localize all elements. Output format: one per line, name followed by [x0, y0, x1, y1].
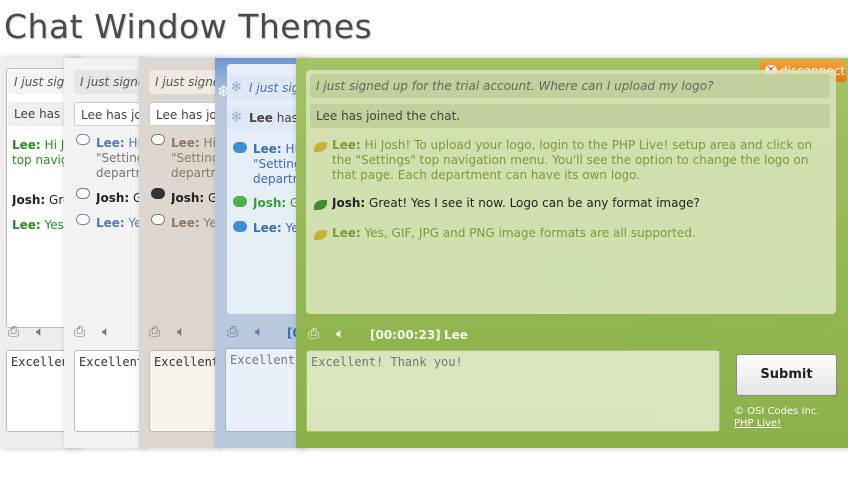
message-line: Josh: Great! Yes I see it now. Logo can … — [332, 196, 700, 210]
leaf-icon — [314, 230, 327, 240]
join-text: has joined the chat. — [181, 108, 219, 122]
chat-bubble-icon — [151, 134, 165, 145]
join-notice: Lee has joined the chat. — [149, 102, 219, 126]
operator-name: Lee — [444, 328, 468, 342]
message-input[interactable]: Excellent! Thank you! — [306, 350, 720, 432]
leaf-icon — [314, 142, 327, 152]
sound-icon[interactable]: 🔈︎ — [255, 324, 263, 340]
sound-icon[interactable]: 🔈︎ — [177, 324, 185, 340]
snowflake-icon: ✻ — [231, 80, 242, 95]
chat-bubble-icon — [76, 214, 90, 225]
message-line: Lee: Yes, GIF, JPG and PNG image formats… — [332, 226, 696, 240]
message-line: Lee: Yes, GIF, JPG and PNG — [96, 216, 144, 230]
join-notice: Lee has joined the chat. — [74, 102, 144, 126]
page-title: Chat Window Themes — [4, 7, 373, 46]
message-line: "Settings" top navigation menu. — [96, 151, 144, 165]
chat-transcript: I just signed up for the trial account. … — [306, 70, 836, 314]
theme-panel-gray: I just signed up for the trial account. … — [64, 58, 144, 448]
snowflake-icon: ✻ — [231, 110, 242, 125]
chat-bubble-icon — [233, 221, 247, 232]
message-line: "Settings" top navigation menu. — [171, 151, 219, 165]
chat-timer: [00:00:23] — [370, 328, 441, 342]
question-box: I just signed up for the trial account. … — [74, 70, 144, 94]
join-notice: Lee has joined the chat. — [310, 104, 830, 128]
message-line: department can have its own logo. — [171, 166, 219, 180]
join-text: has joined the chat. — [106, 108, 144, 122]
message-input[interactable]: Excellent! Thank you! — [74, 350, 144, 432]
join-name: Lee — [81, 108, 103, 122]
chat-bubble-icon — [233, 196, 247, 207]
message-line: Josh: Great! Yes I see it now. — [96, 191, 144, 205]
phplive-link[interactable]: PHP Live! — [734, 416, 781, 431]
printer-icon[interactable]: ⎙ — [227, 324, 238, 340]
printer-icon[interactable]: ⎙ — [149, 324, 160, 340]
join-name: Lee — [156, 108, 178, 122]
message-line: department can have its own logo. — [96, 166, 144, 180]
theme-panel-beige: I just signed up for the trial account. … — [139, 58, 219, 448]
printer-icon[interactable]: ⎙ — [74, 324, 85, 340]
sound-icon[interactable]: 🔈︎ — [336, 326, 344, 342]
message-input[interactable]: Excellent! Thank you! — [149, 350, 219, 432]
question-box: I just signed up for the trial account. … — [149, 70, 219, 94]
theme-panel-blue: ❄ I just signed up for the trial account… — [215, 58, 305, 448]
printer-icon[interactable]: ⎙ — [8, 324, 19, 340]
message-line: Lee: Hi Josh! To upload your logo, login… — [332, 138, 813, 182]
chat-bubble-icon — [233, 142, 247, 153]
sound-icon[interactable]: 🔈︎ — [102, 324, 110, 340]
chat-bubble-icon — [76, 188, 90, 199]
join-name: Lee — [14, 107, 36, 121]
theme-panel-green: ✕ disconnect I just signed up for the tr… — [296, 58, 848, 448]
message-line: Lee: Hi Josh! To upload your logo — [96, 136, 144, 150]
chat-bubble-icon — [151, 188, 165, 199]
message-line: Lee: Hi Josh! To upload your logo — [171, 136, 219, 150]
submit-button[interactable]: Submit — [736, 354, 837, 396]
chat-bubble-icon — [151, 214, 165, 225]
printer-icon[interactable]: ⎙ — [308, 326, 319, 342]
join-name: Lee — [249, 111, 273, 125]
message-input[interactable]: Excellent! Thank you! — [225, 348, 305, 432]
message-line: Lee: Yes, GIF, JPG and PNG — [171, 216, 219, 230]
sound-icon[interactable]: 🔈︎ — [36, 324, 44, 340]
question-box: I just signed up for the trial account. … — [310, 74, 830, 98]
chat-bubble-icon — [76, 134, 90, 145]
join-text: has joined the chat. — [337, 109, 461, 123]
message-line: Josh: Great! Yes I see it now. — [171, 191, 219, 205]
leaf-icon — [314, 200, 327, 210]
join-name: Lee — [316, 109, 338, 123]
